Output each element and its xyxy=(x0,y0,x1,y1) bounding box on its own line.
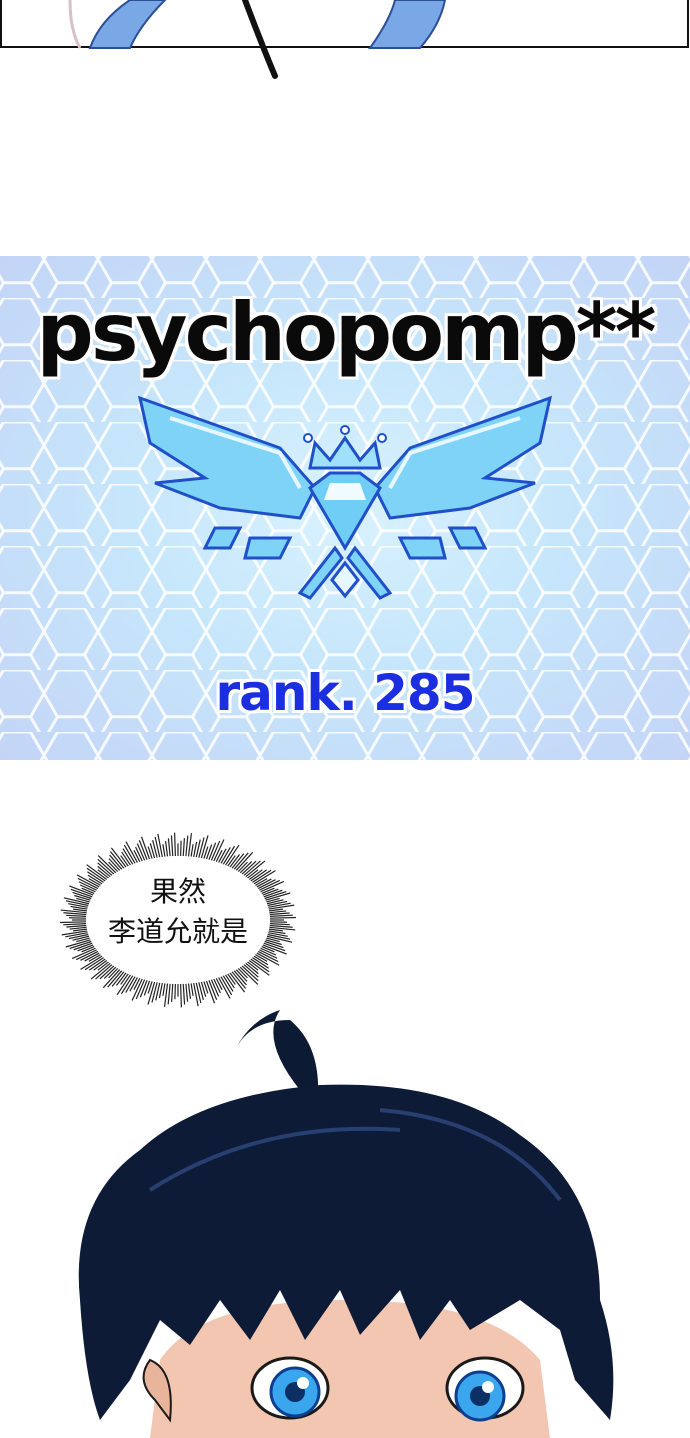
character-illustration xyxy=(78,1010,614,1438)
rank-card: psychopomp** rank. 285 xyxy=(0,256,690,760)
previous-panel-art xyxy=(68,0,447,79)
previous-panel xyxy=(0,0,690,80)
winged-diamond-crown-icon xyxy=(137,395,553,600)
player-name: psychopomp** xyxy=(36,286,657,379)
rank-label: rank. 285 xyxy=(215,664,475,722)
speech-line-1: 果然 xyxy=(149,875,206,908)
speech-line-2: 李道允就是 xyxy=(107,915,248,948)
speech-text: 果然 李道允就是 xyxy=(60,872,296,952)
